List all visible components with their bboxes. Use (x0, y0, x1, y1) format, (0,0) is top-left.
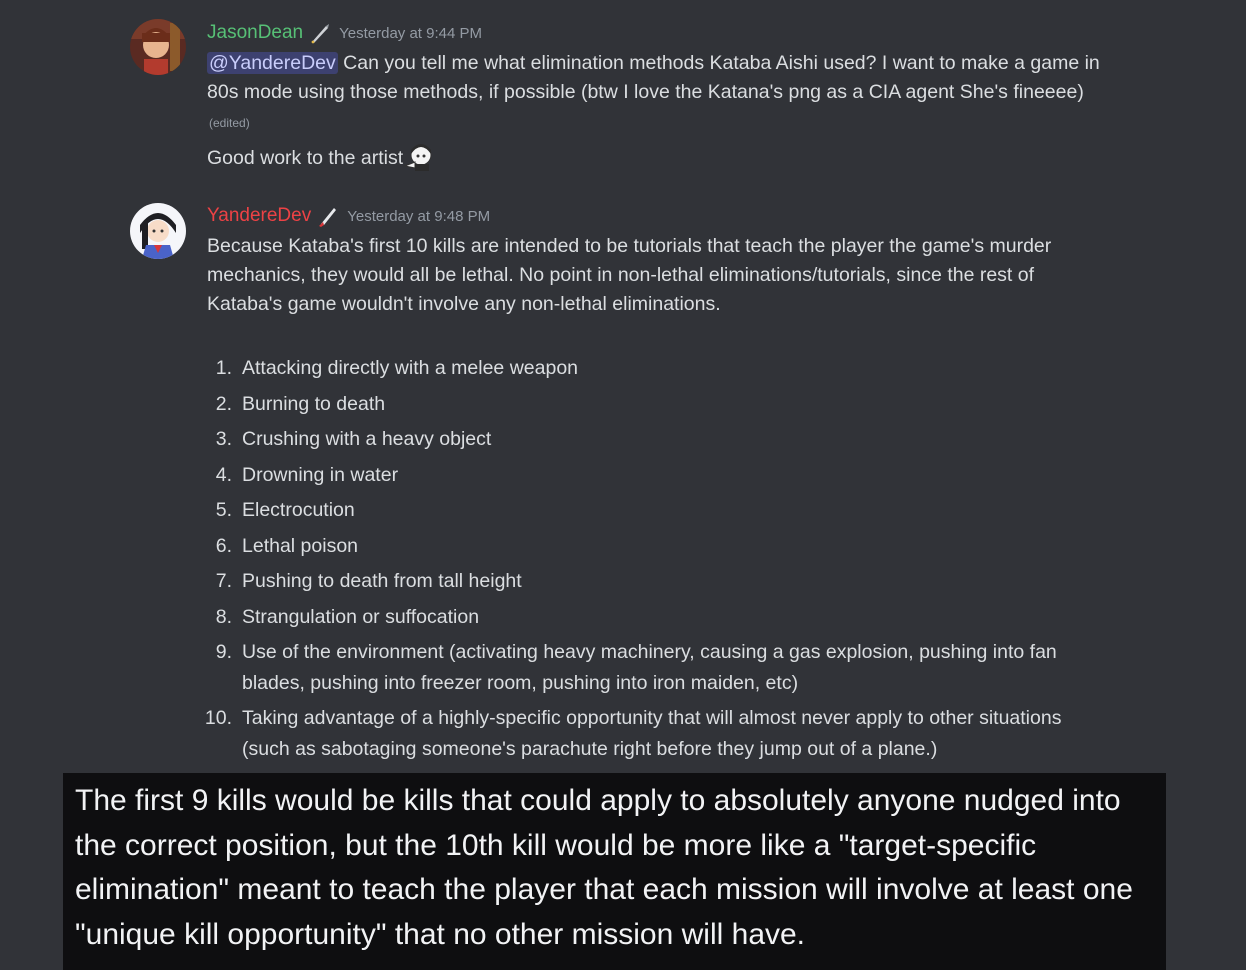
message-text: Can you tell me what elimination methods… (207, 52, 1100, 103)
edited-label: (edited) (209, 116, 250, 130)
list-text: Electrocution (242, 499, 355, 521)
anime-girl-pointing-emoji[interactable] (403, 142, 437, 172)
list-item: 4. Drowning in water (200, 460, 1100, 491)
list-text: Pushing to death from tall height (242, 570, 522, 592)
list-text: Burning to death (242, 392, 386, 415)
avatar[interactable] (130, 203, 186, 259)
list-text: Use of the environment (activating heavy… (242, 641, 1057, 694)
message-intro: Because Kataba's first 10 kills are inte… (207, 235, 1052, 315)
knife-icon (317, 205, 339, 227)
list-item: 7. Pushing to death from tall height (200, 566, 1100, 597)
list-number: 5. (215, 499, 232, 521)
list-number: 4. (215, 463, 232, 486)
list-text: Lethal poison (242, 534, 359, 557)
message-header: YandereDev Yesterday at 9:48 PM (207, 203, 490, 229)
list-text: Taking advantage of a highly-specific op… (242, 707, 1062, 760)
timestamp[interactable]: Yesterday at 9:44 PM (339, 25, 482, 42)
list-number: 6. (215, 534, 232, 557)
user-mention[interactable]: @YandereDev (207, 52, 338, 74)
message-content: @YandereDev Can you tell me what elimina… (207, 49, 1107, 138)
list-number: 7. (215, 570, 232, 592)
message-text: Good work to the artist (207, 147, 404, 169)
list-number: 8. (215, 605, 232, 628)
caption-overlay: The first 9 kills would be kills that co… (63, 773, 1166, 970)
username[interactable]: JasonDean (207, 22, 303, 44)
list-number: 10. (204, 707, 232, 729)
list-item: 5. Electrocution (200, 495, 1100, 526)
caption-text: The first 9 kills would be kills that co… (75, 784, 1133, 951)
list-number: 2. (215, 392, 232, 415)
list-text: Strangulation or suffocation (242, 605, 480, 628)
message-header: JasonDean Yesterday at 9:44 PM (207, 20, 482, 46)
list-item: 1. Attacking directly with a melee weapon (200, 353, 1100, 384)
list-number: 9. (215, 641, 232, 663)
list-text: Drowning in water (242, 463, 399, 486)
list-item: 6. Lethal poison (200, 531, 1100, 562)
timestamp[interactable]: Yesterday at 9:48 PM (347, 208, 490, 225)
list-number: 1. (215, 357, 232, 379)
avatar[interactable] (130, 19, 186, 75)
list-item: 9. Use of the environment (activating hea… (200, 637, 1100, 698)
list-item: 3. Crushing with a heavy object (200, 424, 1100, 455)
username[interactable]: YandereDev (207, 205, 311, 227)
message-content: Because Kataba's first 10 kills are inte… (207, 232, 1107, 319)
list-number: 3. (215, 428, 232, 450)
list-text: Crushing with a heavy object (242, 428, 492, 450)
list-item: 8. Strangulation or suffocation (200, 602, 1100, 633)
feather-pen-icon (309, 22, 331, 44)
message-content-line-2: Good work to the artist (207, 142, 1107, 173)
list-item: 2. Burning to death (200, 389, 1100, 420)
list-item: 10. Taking advantage of a highly-specific… (200, 703, 1100, 764)
kill-methods-list: 1. Attacking directly with a melee weapon… (200, 353, 1100, 769)
list-text: Attacking directly with a melee weapon (242, 357, 579, 379)
